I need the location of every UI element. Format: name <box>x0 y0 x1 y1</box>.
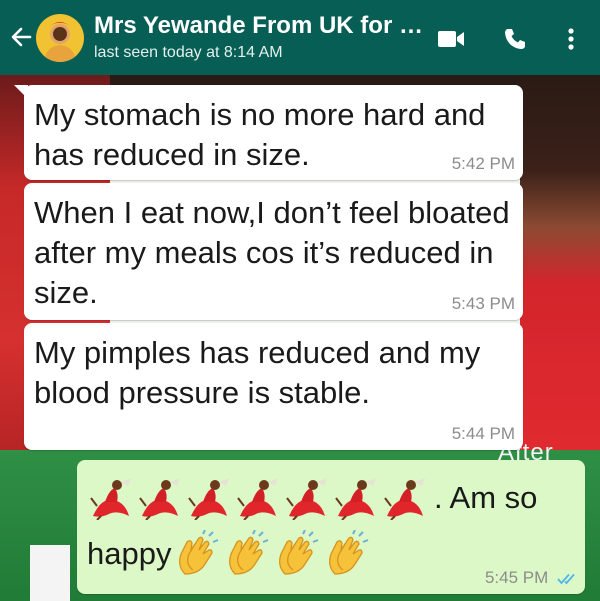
message-time: 5:44 PM <box>451 424 515 443</box>
message-bubble-incoming[interactable]: When I eat now,I don’t feel bloated afte… <box>24 183 523 320</box>
dancer-emoji-icon <box>188 478 229 520</box>
message-bubble-outgoing[interactable]: . Am so happy 5:45 PM <box>77 460 585 594</box>
message-time: 5:42 PM <box>451 154 515 173</box>
message-text: When I eat now,I don’t feel bloated afte… <box>34 195 510 310</box>
clapping-hands-icon <box>329 530 369 575</box>
message-bubble-incoming[interactable]: My pimples has reduced and my blood pres… <box>24 323 523 450</box>
voice-call-button[interactable] <box>500 24 530 54</box>
last-seen-status: last seen today at 8:14 AM <box>94 44 283 61</box>
message-text: My pimples has reduced and my blood pres… <box>34 335 481 410</box>
message-bubble-incoming[interactable]: My stomach is no more hard and has reduc… <box>14 85 523 180</box>
more-vertical-icon <box>568 28 574 50</box>
chat-header: Mrs Yewande From UK for W... last seen t… <box>0 0 600 75</box>
message-text: . Am so <box>434 480 538 515</box>
dancer-emoji-row: . Am so <box>87 476 537 520</box>
dancer-emoji-icon <box>139 478 180 520</box>
wallpaper-white-block <box>30 545 70 601</box>
phone-icon <box>505 29 525 49</box>
clap-emoji-row: happy <box>87 530 373 578</box>
dancer-emoji-icon <box>384 478 425 520</box>
dancer-emoji-icon <box>237 478 278 520</box>
avatar[interactable] <box>36 14 84 62</box>
message-time: 5:43 PM <box>451 294 515 313</box>
arrow-left-icon <box>11 27 32 47</box>
contact-name[interactable]: Mrs Yewande From UK for W... <box>94 12 424 40</box>
wallpaper-right-photo <box>520 75 600 455</box>
dancer-emoji-icon <box>286 478 327 520</box>
more-options-button[interactable] <box>556 24 586 54</box>
dancer-emoji-icon <box>335 478 376 520</box>
clapping-hands-icon <box>229 530 269 575</box>
dancer-emoji-icon <box>90 478 131 520</box>
video-camera-icon <box>438 31 464 47</box>
message-text: happy <box>87 536 172 571</box>
message-time-status: 5:45 PM <box>485 568 577 588</box>
clapping-hands-icon <box>179 530 219 575</box>
clapping-hands-icon <box>279 530 319 575</box>
bubble-tail <box>14 85 28 99</box>
back-button[interactable] <box>6 22 36 52</box>
message-text: My stomach is no more hard and has reduc… <box>34 97 486 172</box>
double-check-icon <box>557 573 575 584</box>
video-call-button[interactable] <box>436 24 466 54</box>
message-time: 5:45 PM <box>484 568 549 587</box>
